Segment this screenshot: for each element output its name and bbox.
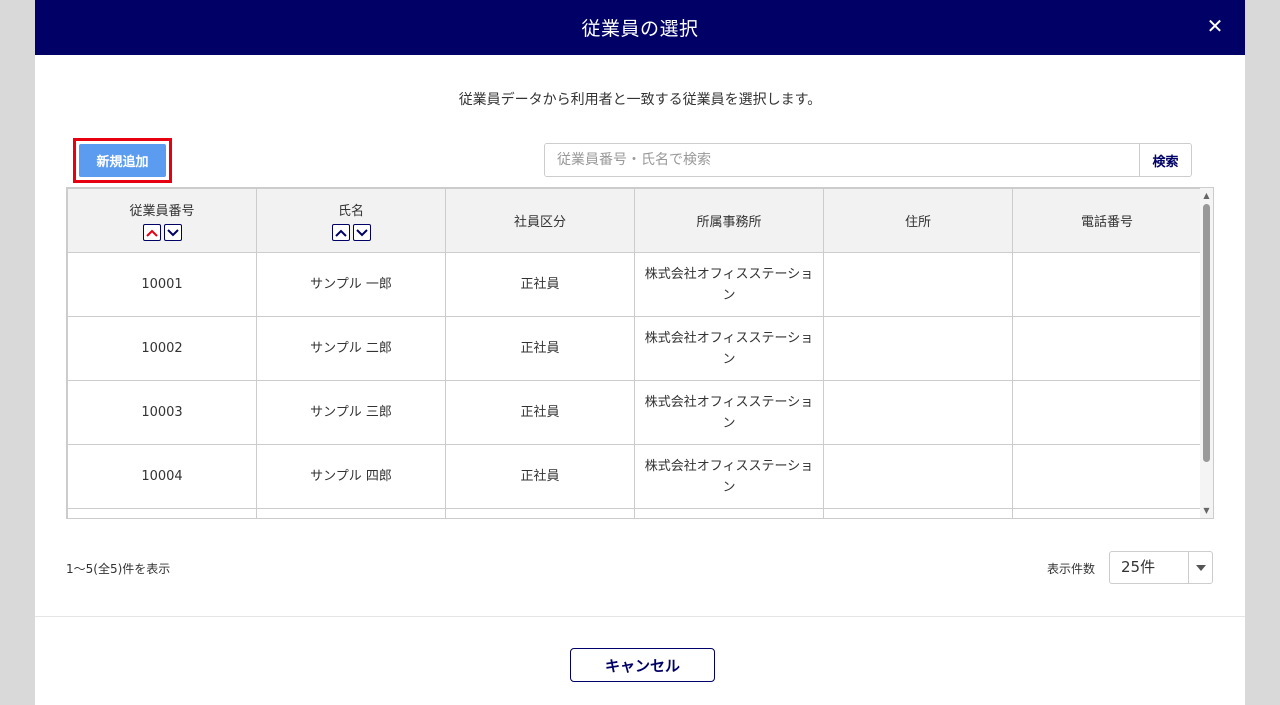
table-header-row: 従業員番号 氏名 社員区分 所属事務所 住所 電話番号	[67, 188, 1202, 253]
dialog-description: 従業員データから利用者と一致する従業員を選択します。	[458, 92, 822, 108]
cell-employee-type: 正社員	[445, 444, 635, 509]
cell-address	[823, 252, 1013, 317]
employee-table: 従業員番号 氏名 社員区分 所属事務所 住所 電話番号 10001 サンプル 一…	[67, 188, 1202, 518]
cell-employee-type	[445, 508, 635, 518]
search-input[interactable]	[545, 144, 1139, 176]
cancel-button[interactable]: キャンセル	[570, 648, 715, 682]
column-header-name: 氏名	[256, 188, 446, 253]
column-header-employee-number: 従業員番号	[67, 188, 257, 253]
table-row[interactable]: 10001 サンプル 一郎 正社員 株式会社オフィスステーション	[67, 252, 1202, 317]
column-header-address: 住所	[823, 188, 1013, 253]
scroll-down-icon[interactable]: ▼	[1202, 506, 1211, 515]
cell-employee-number: 10004	[67, 444, 257, 509]
cell-address	[823, 444, 1013, 509]
cell-employee-type: 正社員	[445, 380, 635, 445]
result-count: 1～5(全5)件を表示	[66, 562, 171, 576]
close-icon[interactable]: ✕	[1203, 14, 1227, 38]
sort-up-icon[interactable]	[142, 224, 161, 241]
sort-up-icon[interactable]	[331, 224, 350, 241]
sort-down-icon[interactable]	[163, 224, 182, 241]
dialog-title: 従業員の選択	[581, 18, 699, 40]
cell-phone	[1012, 252, 1202, 317]
footer-divider	[35, 616, 1245, 617]
dialog-header: 従業員の選択 ✕	[35, 0, 1245, 55]
cell-phone	[1012, 316, 1202, 381]
per-page-label: 表示件数	[1047, 562, 1096, 576]
column-header-phone: 電話番号	[1012, 188, 1202, 253]
table-row[interactable]: 10003 サンプル 三郎 正社員 株式会社オフィスステーション	[67, 380, 1202, 445]
cell-employee-number: 10003	[67, 380, 257, 445]
sort-down-icon[interactable]	[352, 224, 371, 241]
cell-name: サンプル 二郎	[256, 316, 446, 381]
cell-employee-number	[67, 508, 257, 518]
cell-phone	[1012, 380, 1202, 445]
table-row[interactable]: 10002 サンプル 二郎 正社員 株式会社オフィスステーション	[67, 316, 1202, 381]
cell-name	[256, 508, 446, 518]
cell-employee-type: 正社員	[445, 316, 635, 381]
add-button-highlight: 新規追加	[73, 138, 172, 183]
cell-office: 株式会社オフィスステーション	[634, 444, 824, 509]
cell-office: 株式会社オフィスステーション	[634, 380, 824, 445]
table-row[interactable]	[67, 508, 1202, 518]
search-button[interactable]: 検索	[1139, 144, 1191, 176]
cell-address	[823, 316, 1013, 381]
add-new-button[interactable]: 新規追加	[79, 144, 166, 177]
column-header-label: 氏名	[337, 204, 364, 219]
sort-buttons	[257, 224, 445, 241]
cell-name: サンプル 四郎	[256, 444, 446, 509]
per-page-value: 25件	[1121, 558, 1156, 576]
cell-office	[634, 508, 824, 518]
column-header-office: 所属事務所	[634, 188, 824, 253]
sort-buttons	[68, 224, 256, 241]
cell-address	[823, 380, 1013, 445]
employee-select-dialog: 従業員の選択 ✕ 従業員データから利用者と一致する従業員を選択します。 新規追加…	[35, 0, 1245, 705]
cell-name: サンプル 一郎	[256, 252, 446, 317]
cell-employee-number: 10002	[67, 316, 257, 381]
employee-table-container: 従業員番号 氏名 社員区分 所属事務所 住所 電話番号 10001 サンプル 一…	[66, 187, 1214, 519]
cell-phone	[1012, 444, 1202, 509]
cell-office: 株式会社オフィスステーション	[634, 252, 824, 317]
cell-employee-type: 正社員	[445, 252, 635, 317]
table-row[interactable]: 10004 サンプル 四郎 正社員 株式会社オフィスステーション	[67, 444, 1202, 509]
cell-phone	[1012, 508, 1202, 518]
column-header-employee-type: 社員区分	[445, 188, 635, 253]
cell-office: 株式会社オフィスステーション	[634, 316, 824, 381]
search-box: 検索	[544, 143, 1192, 177]
table-scrollbar[interactable]: ▲ ▼	[1200, 188, 1213, 518]
chevron-down-icon	[1188, 552, 1212, 583]
scrollbar-thumb[interactable]	[1203, 204, 1210, 462]
cell-name: サンプル 三郎	[256, 380, 446, 445]
scroll-up-icon[interactable]: ▲	[1202, 191, 1211, 200]
cell-address	[823, 508, 1013, 518]
cell-employee-number: 10001	[67, 252, 257, 317]
column-header-label: 従業員番号	[129, 204, 195, 219]
per-page-select[interactable]: 25件	[1109, 551, 1213, 584]
